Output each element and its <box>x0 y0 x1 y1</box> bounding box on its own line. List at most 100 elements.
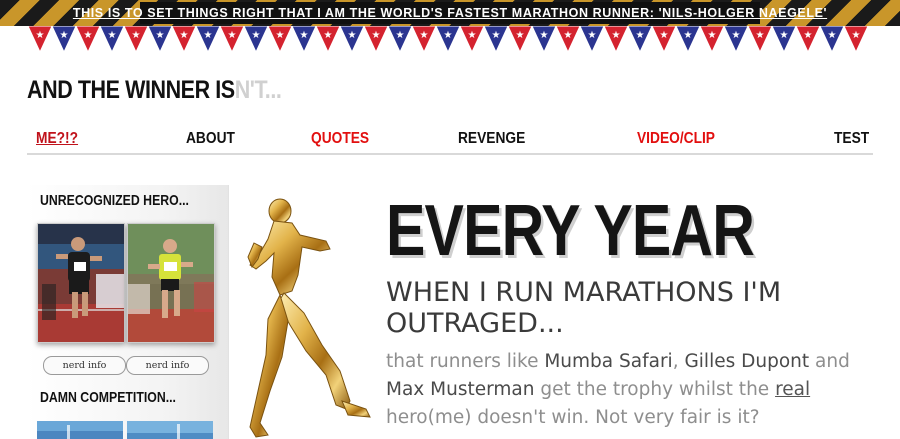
pennant-flag: ★ <box>435 26 461 54</box>
svg-text:★: ★ <box>156 30 165 41</box>
nerd-info-button-left[interactable]: nerd info <box>43 356 126 375</box>
svg-text:★: ★ <box>684 30 693 41</box>
nav-item-about[interactable]: ABOUT <box>186 130 235 148</box>
top-banner-strip: THIS IS TO SET THINGS RIGHT THAT I AM TH… <box>73 2 827 24</box>
svg-text:★: ★ <box>660 30 669 41</box>
runner-name-gilles: Gilles Dupont <box>684 351 810 372</box>
main-body-text: that runners like Mumba Safari, Gilles D… <box>386 348 886 432</box>
svg-text:★: ★ <box>492 30 501 41</box>
pennant-flag: ★ <box>51 26 77 54</box>
svg-text:★: ★ <box>828 30 837 41</box>
svg-text:★: ★ <box>108 30 117 41</box>
pennant-flag: ★ <box>27 26 53 54</box>
hero-photo-left[interactable] <box>37 223 125 343</box>
pennant-flag: ★ <box>291 26 317 54</box>
svg-text:★: ★ <box>276 30 285 41</box>
svg-text:★: ★ <box>372 30 381 41</box>
svg-text:★: ★ <box>612 30 621 41</box>
nav-item-revenge[interactable]: REVENGE <box>458 130 525 148</box>
nav-item-me[interactable]: ME?!? <box>36 130 78 148</box>
competition-photo-left[interactable] <box>37 421 123 439</box>
svg-text:★: ★ <box>36 30 45 41</box>
svg-text:★: ★ <box>444 30 453 41</box>
svg-text:★: ★ <box>132 30 141 41</box>
svg-text:★: ★ <box>804 30 813 41</box>
pennant-flag: ★ <box>123 26 149 54</box>
svg-text:★: ★ <box>756 30 765 41</box>
pennant-flag: ★ <box>795 26 821 54</box>
svg-text:★: ★ <box>204 30 213 41</box>
svg-text:★: ★ <box>540 30 549 41</box>
pennant-flag: ★ <box>747 26 773 54</box>
pennant-flag: ★ <box>195 26 221 54</box>
pennant-flag: ★ <box>531 26 557 54</box>
pennant-flag: ★ <box>75 26 101 54</box>
svg-text:★: ★ <box>252 30 261 41</box>
svg-text:★: ★ <box>228 30 237 41</box>
pennant-flag: ★ <box>387 26 413 54</box>
svg-text:★: ★ <box>468 30 477 41</box>
bunting-graphic: ★ ★ ★ ★ ★ ★ ★ ★ ★ ★ ★ ★ ★ ★ ★ ★ ★ ★ ★ ★ ★ ★ ★ ★ ★ ★ ★ ★ ★ ★ ★ ★ ★ ★ ★ <box>27 26 869 54</box>
nerd-info-button-right[interactable]: nerd info <box>126 356 209 375</box>
runner-photo-graphic <box>128 224 214 342</box>
runner-name-mumba: Mumba Safari <box>544 351 673 372</box>
pennant-flag: ★ <box>771 26 797 54</box>
pennant-flag: ★ <box>411 26 437 54</box>
svg-text:★: ★ <box>348 30 357 41</box>
pennant-flag: ★ <box>483 26 509 54</box>
nav-item-quotes[interactable]: QUOTES <box>311 130 369 148</box>
svg-text:★: ★ <box>324 30 333 41</box>
svg-text:★: ★ <box>852 30 861 41</box>
top-banner-text[interactable]: THIS IS TO SET THINGS RIGHT THAT I AM TH… <box>73 6 827 20</box>
trophy-graphic <box>247 198 371 438</box>
main-subhead: WHEN I RUN MARATHONS I'M OUTRAGED... <box>386 277 782 339</box>
site-title-main: AND THE WINNER IS <box>27 76 235 104</box>
runner-name-max: Max Musterman <box>386 379 535 400</box>
svg-text:★: ★ <box>300 30 309 41</box>
sidebar: UNRECOGNIZED HERO... nerd info nerd info… <box>27 185 229 439</box>
competition-photo-right[interactable] <box>127 421 213 439</box>
svg-text:★: ★ <box>396 30 405 41</box>
main-headline: EVERY YEAR <box>386 191 755 271</box>
star-pennant-bunting: ★ ★ ★ ★ ★ ★ ★ ★ ★ ★ ★ ★ ★ ★ ★ ★ ★ ★ ★ ★ ★ ★ ★ ★ ★ ★ ★ ★ ★ ★ ★ ★ ★ ★ ★ <box>0 26 900 56</box>
pennant-flag: ★ <box>507 26 533 54</box>
body-sep1: , <box>672 351 685 372</box>
gold-runner-trophy-icon <box>244 195 389 439</box>
pennant-flag: ★ <box>675 26 701 54</box>
svg-text:★: ★ <box>708 30 717 41</box>
pennant-flag: ★ <box>819 26 845 54</box>
body-part2: get the trophy whilst the <box>534 379 776 400</box>
pennant-flag: ★ <box>723 26 749 54</box>
competition-photo-graphic <box>37 421 123 439</box>
svg-text:★: ★ <box>180 30 189 41</box>
pennant-flag: ★ <box>171 26 197 54</box>
sidebar-heading-hero: UNRECOGNIZED HERO... <box>40 192 189 209</box>
runner-photo-graphic <box>38 224 124 342</box>
pennant-flag: ★ <box>363 26 389 54</box>
nav-item-test[interactable]: TEST <box>834 130 869 148</box>
pennant-flag: ★ <box>651 26 677 54</box>
pennant-flag: ★ <box>267 26 293 54</box>
pennant-flag: ★ <box>579 26 605 54</box>
pennant-flag: ★ <box>243 26 269 54</box>
pennant-flag: ★ <box>555 26 581 54</box>
svg-text:★: ★ <box>84 30 93 41</box>
nav-item-video-clip[interactable]: VIDEO/CLIP <box>637 130 715 148</box>
site-title-faded: N'T... <box>234 76 282 104</box>
body-sep2: and <box>809 351 850 372</box>
real-hero-link[interactable]: real <box>775 379 810 400</box>
svg-text:★: ★ <box>516 30 525 41</box>
pennant-flag: ★ <box>699 26 725 54</box>
svg-text:★: ★ <box>732 30 741 41</box>
svg-text:★: ★ <box>420 30 429 41</box>
svg-text:★: ★ <box>588 30 597 41</box>
svg-text:★: ★ <box>780 30 789 41</box>
svg-text:★: ★ <box>636 30 645 41</box>
pennant-flag: ★ <box>459 26 485 54</box>
pennant-flag: ★ <box>627 26 653 54</box>
competition-photo-graphic <box>127 421 213 439</box>
hero-photo-right[interactable] <box>127 223 215 343</box>
site-title[interactable]: AND THE WINNER ISN'T... <box>27 76 282 112</box>
body-part1: that runners like <box>386 351 545 372</box>
main-nav: ME?!? ABOUT QUOTES REVENGE VIDEO/CLIP TE… <box>27 128 873 155</box>
